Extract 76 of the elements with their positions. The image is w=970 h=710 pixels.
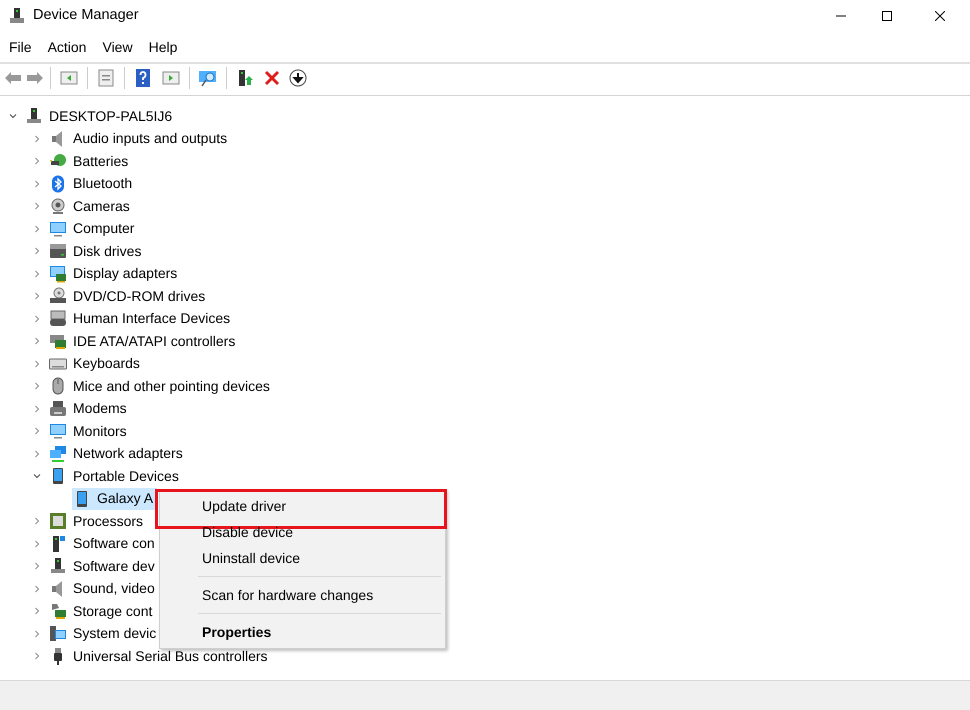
menu-item[interactable]: Help bbox=[142, 36, 184, 58]
context-menu-item[interactable]: Update driver bbox=[160, 493, 445, 519]
tree-item[interactable]: Cameras bbox=[48, 195, 134, 218]
window-title: Device Manager bbox=[33, 6, 139, 26]
collapsed-chevron-icon[interactable] bbox=[33, 540, 41, 548]
collapsed-chevron-icon[interactable] bbox=[33, 382, 41, 390]
tree-item[interactable]: Portable Devices bbox=[48, 465, 183, 488]
tree-item[interactable]: IDE ATA/ATAPI controllers bbox=[48, 330, 240, 352]
menu-item[interactable]: File bbox=[3, 36, 38, 58]
collapsed-chevron-icon[interactable] bbox=[33, 224, 41, 233]
collapsed-chevron-icon[interactable] bbox=[33, 450, 41, 458]
optical-drive-icon bbox=[49, 287, 67, 306]
storage-controller-icon bbox=[49, 602, 67, 620]
tree-item[interactable]: Universal Serial Bus controllers bbox=[48, 645, 272, 668]
modem-icon bbox=[49, 400, 67, 418]
webcam-icon bbox=[49, 197, 67, 216]
collapsed-chevron-icon[interactable] bbox=[33, 337, 41, 346]
circuit-board-icon bbox=[49, 332, 67, 350]
tree-item[interactable]: Monitors bbox=[48, 420, 131, 442]
tree-item[interactable]: Keyboards bbox=[48, 352, 144, 375]
close-icon[interactable] bbox=[935, 11, 945, 21]
tree-item[interactable]: DVD/CD-ROM drives bbox=[48, 285, 210, 308]
collapsed-chevron-icon[interactable] bbox=[33, 562, 41, 570]
collapsed-chevron-icon[interactable] bbox=[33, 134, 41, 143]
expanded-chevron-icon[interactable] bbox=[33, 472, 41, 480]
collapsed-chevron-icon[interactable] bbox=[33, 584, 41, 593]
maximize-icon[interactable] bbox=[882, 11, 892, 21]
tree-item[interactable]: Audio inputs and outputs bbox=[48, 128, 232, 150]
computer-tower-icon bbox=[49, 557, 67, 576]
tree-item[interactable]: Software dev bbox=[48, 555, 159, 578]
bluetooth-icon bbox=[49, 174, 67, 193]
app-icon bbox=[8, 7, 26, 25]
menu-item[interactable]: Action bbox=[42, 36, 92, 58]
tree-item[interactable]: Modems bbox=[48, 398, 131, 420]
menu-item[interactable]: View bbox=[96, 36, 139, 58]
collapsed-chevron-icon[interactable] bbox=[33, 292, 41, 300]
tree-item[interactable]: Batteries bbox=[48, 150, 132, 172]
monitor-icon bbox=[49, 220, 67, 238]
display-card-icon bbox=[49, 264, 67, 283]
tree-item[interactable]: Galaxy A bbox=[72, 488, 158, 510]
tree-item[interactable]: Storage cont bbox=[48, 600, 156, 622]
collapsed-chevron-icon[interactable] bbox=[33, 360, 41, 368]
tree-item[interactable]: DESKTOP-PAL5IJ6 bbox=[24, 105, 176, 128]
tree-item[interactable]: Sound, video bbox=[48, 578, 159, 600]
collapsed-chevron-icon[interactable] bbox=[33, 270, 41, 278]
collapsed-chevron-icon[interactable] bbox=[33, 157, 41, 166]
collapsed-chevron-icon[interactable] bbox=[33, 607, 41, 616]
tree-item[interactable]: Processors bbox=[48, 510, 148, 532]
tree-item[interactable]: Computer bbox=[48, 218, 138, 240]
context-menu-item[interactable]: Properties bbox=[160, 619, 445, 645]
collapsed-chevron-icon[interactable] bbox=[33, 652, 41, 660]
collapsed-chevron-icon[interactable] bbox=[33, 427, 41, 436]
collapsed-chevron-icon[interactable] bbox=[33, 517, 41, 526]
processor-icon bbox=[49, 512, 67, 530]
collapsed-chevron-icon[interactable] bbox=[33, 180, 41, 188]
tree-item[interactable]: Software con bbox=[48, 532, 159, 555]
tree-item[interactable]: Display adapters bbox=[48, 262, 182, 285]
collapsed-chevron-icon[interactable] bbox=[33, 314, 41, 323]
collapsed-chevron-icon[interactable] bbox=[33, 247, 41, 256]
tree-item[interactable]: Network adapters bbox=[48, 442, 187, 465]
tree-item[interactable]: Disk drives bbox=[48, 240, 146, 262]
expanded-chevron-icon[interactable] bbox=[9, 112, 17, 120]
computer-monitor-icon bbox=[49, 624, 67, 643]
network-monitors-icon bbox=[49, 444, 67, 463]
tree-item[interactable]: Bluetooth bbox=[48, 172, 136, 195]
context-menu-item[interactable]: Scan for hardware changes bbox=[160, 582, 445, 608]
collapsed-chevron-icon[interactable] bbox=[33, 630, 41, 638]
disk-drive-icon bbox=[49, 242, 67, 260]
tree-item[interactable]: Mice and other pointing devices bbox=[48, 375, 274, 398]
context-menu-item[interactable]: Uninstall device bbox=[160, 545, 445, 571]
collapsed-chevron-icon[interactable] bbox=[33, 202, 41, 210]
tree-item[interactable]: Human Interface Devices bbox=[48, 308, 234, 330]
computer-tower-icon bbox=[25, 107, 43, 126]
monitor-icon bbox=[49, 422, 67, 440]
collapsed-chevron-icon[interactable] bbox=[33, 404, 41, 413]
tree-item[interactable]: System devic bbox=[48, 622, 160, 645]
